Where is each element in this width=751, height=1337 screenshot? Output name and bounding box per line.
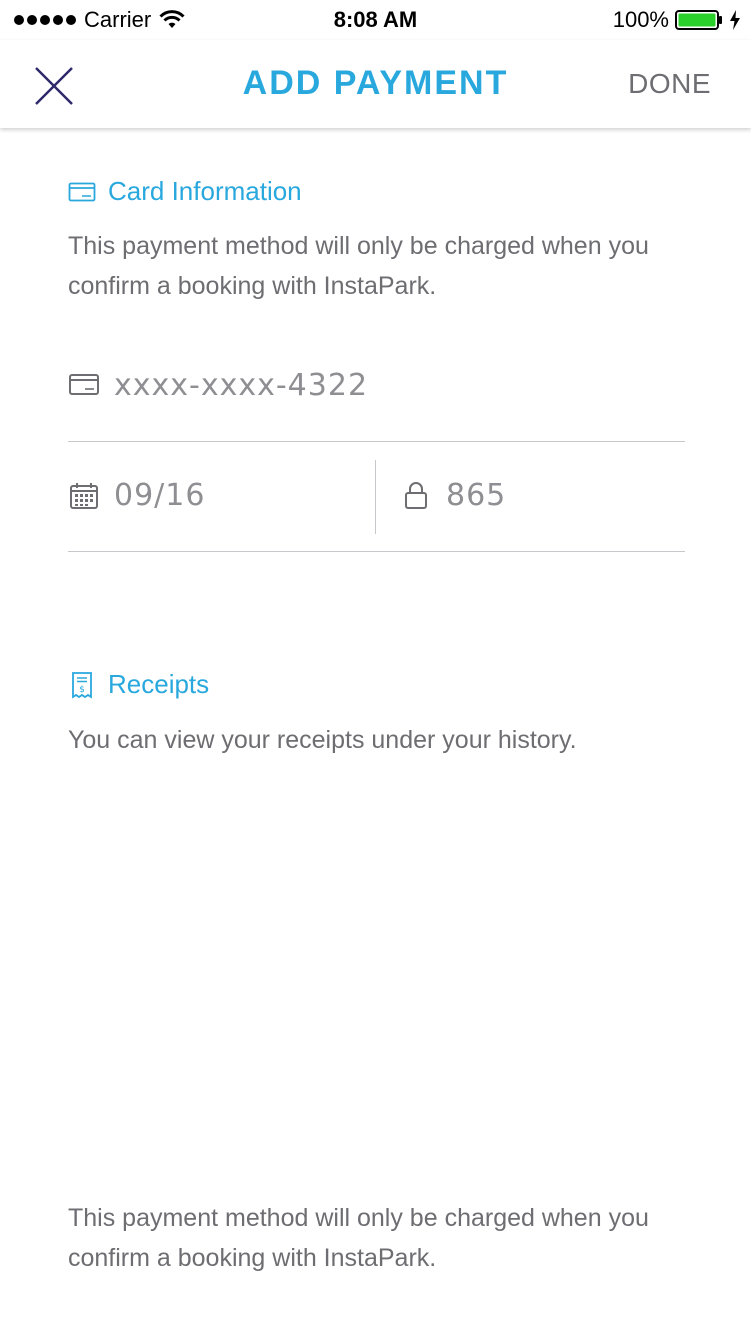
footer-description: This payment method will only be charged… bbox=[68, 1204, 649, 1272]
battery-icon bbox=[675, 10, 722, 30]
card-number-field[interactable]: xxxx-xxxx-4322 bbox=[68, 360, 685, 442]
svg-text:$: $ bbox=[79, 685, 85, 695]
nav-bar: ADD PAYMENT DONE bbox=[0, 40, 751, 128]
card-info-title: Card Information bbox=[108, 176, 302, 206]
receipts-title: Receipts bbox=[108, 669, 210, 699]
card-number-value: xxxx-xxxx-4322 bbox=[114, 368, 369, 403]
receipt-icon: $ bbox=[72, 671, 92, 699]
card-info-header: Card Information bbox=[68, 176, 302, 207]
expiry-cvv-row: 09/16 865 bbox=[68, 442, 685, 552]
status-right: 100% bbox=[613, 7, 741, 33]
lock-icon bbox=[405, 481, 427, 509]
calendar-icon bbox=[70, 482, 98, 509]
credit-card-icon bbox=[68, 182, 96, 201]
credit-card-icon bbox=[69, 374, 99, 395]
done-button[interactable]: DONE bbox=[628, 68, 711, 100]
card-info-description: This payment method will only be charged… bbox=[68, 232, 649, 300]
battery-percent: 100% bbox=[612, 7, 669, 32]
expiry-field[interactable]: 09/16 bbox=[68, 478, 205, 513]
receipts-header: $ Receipts bbox=[68, 669, 209, 700]
charging-bolt-icon bbox=[730, 10, 740, 30]
cvv-field[interactable]: 865 bbox=[400, 478, 506, 513]
field-divider bbox=[375, 460, 376, 534]
receipts-description: You can view your receipts under your hi… bbox=[68, 726, 577, 754]
status-bar: Carrier 8:08 AM 100% bbox=[0, 0, 751, 40]
cvv-value: 865 bbox=[446, 478, 507, 513]
expiry-value: 09/16 bbox=[114, 478, 206, 513]
